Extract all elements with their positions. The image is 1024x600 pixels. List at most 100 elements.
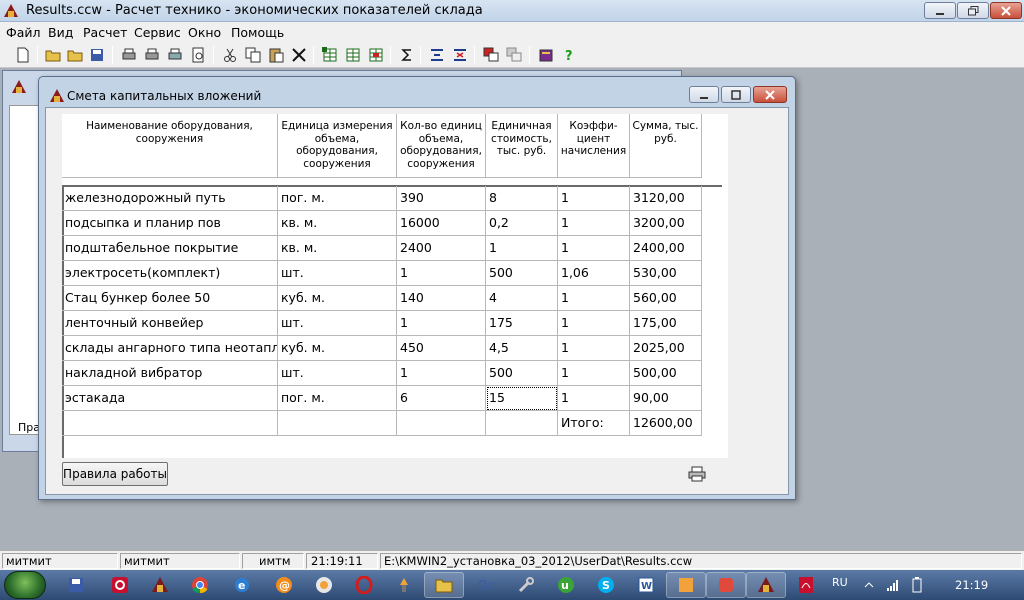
cell-coef[interactable]: 1,06 xyxy=(558,261,630,286)
menu-file[interactable]: Файл xyxy=(6,25,41,40)
taskbar-app-chrome[interactable] xyxy=(180,572,220,598)
cell-qty[interactable]: 390 xyxy=(397,186,486,211)
cell-coef[interactable]: 1 xyxy=(558,311,630,336)
cell-qty[interactable]: 16000 xyxy=(397,211,486,236)
cell-unit[interactable]: куб. м. xyxy=(278,336,397,361)
cell-qty[interactable]: 1 xyxy=(397,311,486,336)
cell-unit-cost[interactable]: 1 xyxy=(486,236,558,261)
align-button[interactable] xyxy=(426,44,448,66)
taskbar-app-tools[interactable] xyxy=(506,572,546,598)
cell-sum[interactable]: 530,00 xyxy=(630,261,702,286)
cell-unit-cost[interactable]: 500 xyxy=(486,361,558,386)
cell-unit[interactable]: шт. xyxy=(278,361,397,386)
dialog-minimize-button[interactable] xyxy=(689,86,719,103)
cell-qty[interactable]: 6 xyxy=(397,386,486,411)
taskbar-app-torch[interactable] xyxy=(384,572,424,598)
empty-cell[interactable] xyxy=(62,411,278,436)
cell-name[interactable]: склады ангарного типа неотапл xyxy=(62,336,278,361)
cell-unit[interactable]: куб. м. xyxy=(278,286,397,311)
taskbar-app-explorer[interactable] xyxy=(424,572,464,598)
cell-unit[interactable]: пог. м. xyxy=(278,186,397,211)
cell-sum[interactable]: 560,00 xyxy=(630,286,702,311)
print-button[interactable] xyxy=(118,44,140,66)
rules-button[interactable]: Правила работы xyxy=(62,462,168,486)
taskbar-app-opera[interactable] xyxy=(344,572,384,598)
title-bar[interactable]: Results.ccw - Расчет технико - экономиче… xyxy=(0,0,1024,22)
cell-unit[interactable]: кв. м. xyxy=(278,211,397,236)
preview-button[interactable] xyxy=(187,44,209,66)
taskbar-app-qc[interactable]: Qc xyxy=(466,572,506,598)
print-dialog-button[interactable] xyxy=(686,464,708,484)
menu-window[interactable]: Окно xyxy=(188,25,221,40)
align2-button[interactable] xyxy=(449,44,471,66)
cell-sum[interactable]: 2400,00 xyxy=(630,236,702,261)
cell-sum[interactable]: 2025,00 xyxy=(630,336,702,361)
cell-coef[interactable]: 1 xyxy=(558,186,630,211)
paste-button[interactable] xyxy=(265,44,287,66)
delete-row-button[interactable] xyxy=(365,44,387,66)
language-indicator[interactable]: RU xyxy=(832,576,848,589)
cell-unit-cost[interactable]: 175 xyxy=(486,311,558,336)
insert-row-button[interactable] xyxy=(319,44,341,66)
taskbar-app-acrobat[interactable] xyxy=(100,572,140,598)
cell-name[interactable]: подштабельное покрытие xyxy=(62,236,278,261)
network-signal-icon[interactable] xyxy=(886,578,900,592)
cell-unit-cost[interactable]: 500 xyxy=(486,261,558,286)
menu-service[interactable]: Сервис xyxy=(134,25,181,40)
menu-view[interactable]: Вид xyxy=(48,25,73,40)
battery-icon[interactable] xyxy=(912,577,922,593)
taskbar-app-utorrent[interactable]: u xyxy=(546,572,586,598)
cell-unit-cost[interactable]: 15 xyxy=(486,386,558,411)
open-button[interactable] xyxy=(42,44,64,66)
taskbar-app-skype[interactable]: S xyxy=(586,572,626,598)
taskbar-app-kmwin-active[interactable] xyxy=(746,572,786,598)
copy-button[interactable] xyxy=(242,44,264,66)
cell-qty[interactable]: 140 xyxy=(397,286,486,311)
dialog-maximize-button[interactable] xyxy=(721,86,751,103)
cell-qty[interactable]: 1 xyxy=(397,261,486,286)
taskbar-app-word[interactable]: W xyxy=(626,572,666,598)
windows-button[interactable] xyxy=(480,44,502,66)
dialog-close-button[interactable] xyxy=(753,86,787,103)
cell-qty[interactable]: 1 xyxy=(397,361,486,386)
close-button[interactable] xyxy=(990,2,1022,19)
save-button[interactable] xyxy=(86,44,108,66)
cell-unit[interactable]: кв. м. xyxy=(278,236,397,261)
cell-sum[interactable]: 90,00 xyxy=(630,386,702,411)
start-button[interactable] xyxy=(4,571,46,599)
sum-button[interactable] xyxy=(396,44,418,66)
cell-coef[interactable]: 1 xyxy=(558,336,630,361)
menu-calc[interactable]: Расчет xyxy=(83,25,127,40)
cell-name[interactable]: электросеть(комплект) xyxy=(62,261,278,286)
taskbar-app-kmwin[interactable] xyxy=(140,572,180,598)
open2-button[interactable] xyxy=(64,44,86,66)
new-button[interactable] xyxy=(12,44,34,66)
book-button[interactable] xyxy=(535,44,557,66)
cell-unit-cost[interactable]: 8 xyxy=(486,186,558,211)
help-button[interactable]: ? xyxy=(558,44,580,66)
minimize-button[interactable] xyxy=(924,2,956,19)
tray-arrow-icon[interactable] xyxy=(864,580,874,590)
cell-sum[interactable]: 3200,00 xyxy=(630,211,702,236)
cell-coef[interactable]: 1 xyxy=(558,236,630,261)
cell-name[interactable]: ленточный конвейер xyxy=(62,311,278,336)
empty-cell[interactable] xyxy=(486,411,558,436)
cell-unit-cost[interactable]: 0,2 xyxy=(486,211,558,236)
taskbar-app-window2[interactable] xyxy=(706,572,746,598)
cell-unit-cost[interactable]: 4,5 xyxy=(486,336,558,361)
empty-cell[interactable] xyxy=(278,411,397,436)
cell-name[interactable]: подсыпка и планир пов xyxy=(62,211,278,236)
cell-name[interactable]: Стац бункер более 50 xyxy=(62,286,278,311)
cell-coef[interactable]: 1 xyxy=(558,286,630,311)
cell-name[interactable]: накладной вибратор xyxy=(62,361,278,386)
cell-name[interactable]: эстакада xyxy=(62,386,278,411)
taskbar-app-save[interactable] xyxy=(56,572,96,598)
cell-unit[interactable]: пог. м. xyxy=(278,386,397,411)
clock[interactable]: 21:19 xyxy=(955,578,988,592)
cell-qty[interactable]: 450 xyxy=(397,336,486,361)
print2-button[interactable] xyxy=(141,44,163,66)
cell-sum[interactable]: 500,00 xyxy=(630,361,702,386)
restore-button[interactable] xyxy=(957,2,989,19)
menu-help[interactable]: Помощь xyxy=(231,25,284,40)
taskbar-app-pdf[interactable] xyxy=(786,572,826,598)
